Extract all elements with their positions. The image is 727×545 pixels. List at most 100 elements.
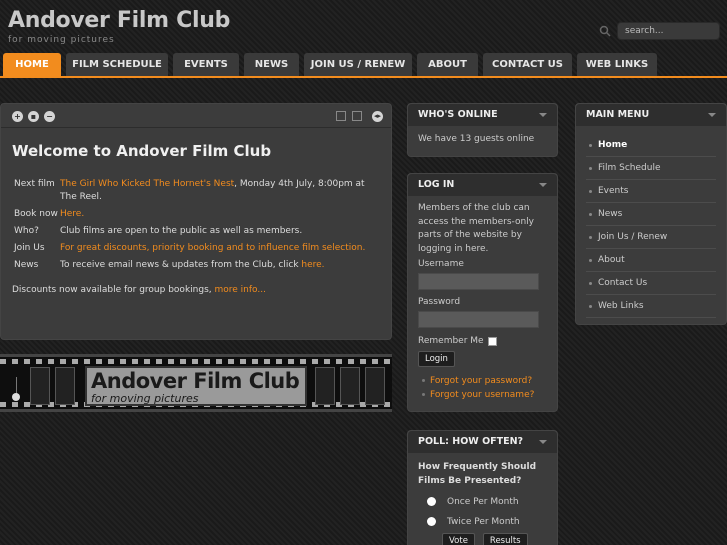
chevron-down-icon[interactable] <box>539 440 547 444</box>
password-field[interactable] <box>418 311 539 328</box>
news-link[interactable]: here. <box>301 260 324 270</box>
remember-me: Remember Me <box>418 336 547 346</box>
nav-tab-join-us[interactable]: JOIN US / RENEW <box>304 53 412 76</box>
discounts-link[interactable]: more info... <box>214 285 265 295</box>
info-label: Next film <box>14 179 55 189</box>
poll-module: POLL: HOW OFTEN? How Frequently Should F… <box>407 430 558 545</box>
forgot-username-link[interactable]: Forgot your username? <box>418 388 547 402</box>
banner-logo: Andover Film Club for moving pictures <box>85 366 307 406</box>
film-frame <box>30 367 50 405</box>
next-film-link[interactable]: The Girl Who Kicked The Hornet's Nest <box>60 179 234 189</box>
nav-tab-home[interactable]: HOME <box>3 53 61 76</box>
vote-button[interactable]: Vote <box>442 533 475 545</box>
site-tagline: for moving pictures <box>8 35 115 45</box>
poll-question: How Frequently Should Films Be Presented… <box>418 462 537 486</box>
whos-online-text: We have 13 guests online <box>418 134 535 144</box>
menu-item-news[interactable]: News <box>586 203 716 226</box>
nav-tab-events[interactable]: EVENTS <box>173 53 239 76</box>
discounts-text: Discounts now available for group bookin… <box>12 285 215 295</box>
poll-buttons: Vote Results <box>418 533 547 545</box>
info-value: The Girl Who Kicked The Hornet's Nest, M… <box>60 178 370 204</box>
module-heading[interactable]: WHO'S ONLINE <box>408 104 557 126</box>
main-menu-list: Home Film Schedule Events News Join Us /… <box>576 126 726 318</box>
nav-tab-contact-us[interactable]: CONTACT US <box>483 53 572 76</box>
info-table: Next film The Girl Who Kicked The Hornet… <box>14 178 370 276</box>
info-row-next-film: Next film The Girl Who Kicked The Hornet… <box>14 178 370 204</box>
nav-tab-film-schedule[interactable]: FILM SCHEDULE <box>66 53 168 76</box>
menu-item-web-links[interactable]: Web Links <box>586 295 716 318</box>
main-nav: HOME FILM SCHEDULE EVENTS NEWS JOIN US /… <box>0 53 727 78</box>
banner-subtitle: for moving pictures <box>91 392 199 405</box>
login-button[interactable]: Login <box>418 351 455 367</box>
site-title[interactable]: Andover Film Club <box>8 8 230 33</box>
info-value: To receive email news & updates from the… <box>60 259 370 272</box>
poll-option[interactable]: Once Per Month <box>418 495 547 508</box>
username-field[interactable] <box>418 273 539 290</box>
login-module: LOG IN Members of the club can access th… <box>407 173 558 412</box>
module-heading[interactable]: LOG IN <box>408 174 557 196</box>
poll-radio[interactable] <box>427 497 436 506</box>
poll-radio[interactable] <box>427 517 436 526</box>
info-row-news: News To receive email news & updates fro… <box>14 259 370 272</box>
whos-online-module: WHO'S ONLINE We have 13 guests online <box>407 103 558 157</box>
nav-tab-news[interactable]: NEWS <box>244 53 299 76</box>
film-frame <box>340 367 360 405</box>
chevron-down-icon[interactable] <box>539 113 547 117</box>
layout-toggle-icon[interactable]: ◂▸ <box>372 111 383 122</box>
menu-item-events[interactable]: Events <box>586 180 716 203</box>
increase-font-icon[interactable]: + <box>12 111 23 122</box>
info-label: News <box>14 260 39 270</box>
info-value: Club films are open to the public as wel… <box>60 226 303 236</box>
film-frame <box>315 367 335 405</box>
film-frame <box>365 367 385 405</box>
news-text: To receive email news & updates from the… <box>60 260 302 270</box>
info-row-who: Who? Club films are open to the public a… <box>14 225 370 238</box>
banner-title: Andover Film Club <box>91 369 300 393</box>
nav-tab-web-links[interactable]: WEB LINKS <box>577 53 657 76</box>
menu-item-film-schedule[interactable]: Film Schedule <box>586 157 716 180</box>
welcome-panel: + ▪ − ◂▸ Welcome to Andover Film Club Ne… <box>0 103 392 340</box>
info-row-book-now: Book now Here. <box>14 208 370 221</box>
main-menu-module: MAIN MENU Home Film Schedule Events News… <box>575 103 727 325</box>
film-frame <box>55 367 75 405</box>
layout-narrow-icon[interactable] <box>336 111 346 121</box>
forgot-links: Forgot your password? Forgot your userna… <box>418 374 547 402</box>
forgot-password-link[interactable]: Forgot your password? <box>418 374 547 388</box>
poll-option-label: Once Per Month <box>447 496 519 507</box>
menu-item-about[interactable]: About <box>586 249 716 272</box>
film-strip-banner: Andover Film Club for moving pictures <box>0 354 392 412</box>
search-input[interactable] <box>617 22 720 40</box>
discounts-note: Discounts now available for group bookin… <box>12 285 266 295</box>
remember-me-checkbox[interactable] <box>487 336 497 346</box>
info-value: For great discounts, priority booking an… <box>60 242 370 255</box>
film-reel-dot <box>12 393 20 401</box>
panel-toolbar: + ▪ − ◂▸ <box>1 104 391 128</box>
results-button[interactable]: Results <box>482 533 528 545</box>
info-label: Book now <box>14 209 58 219</box>
film-holes <box>0 359 392 364</box>
decrease-font-icon[interactable]: − <box>44 111 55 122</box>
chevron-down-icon[interactable] <box>708 113 716 117</box>
menu-item-join-us[interactable]: Join Us / Renew <box>586 226 716 249</box>
reset-font-icon[interactable]: ▪ <box>28 111 39 122</box>
chevron-down-icon[interactable] <box>539 183 547 187</box>
join-us-link[interactable]: For great discounts, priority booking an… <box>60 243 365 253</box>
info-label: Join Us <box>14 243 45 253</box>
module-heading[interactable]: POLL: HOW OFTEN? <box>408 431 557 453</box>
menu-item-home[interactable]: Home <box>586 134 716 157</box>
username-label: Username <box>418 259 464 269</box>
poll-option-label: Twice Per Month <box>447 516 520 527</box>
password-label: Password <box>418 297 461 307</box>
layout-wide-icon[interactable] <box>352 111 362 121</box>
remember-me-label: Remember Me <box>418 336 484 346</box>
login-intro: Members of the club can access the membe… <box>418 203 534 254</box>
nav-tab-about[interactable]: ABOUT <box>417 53 478 76</box>
poll-option[interactable]: Twice Per Month <box>418 515 547 528</box>
info-row-join-us: Join Us For great discounts, priority bo… <box>14 242 370 255</box>
book-now-link[interactable]: Here. <box>60 209 84 219</box>
search-icon <box>599 25 611 37</box>
module-heading[interactable]: MAIN MENU <box>576 104 726 126</box>
info-label: Who? <box>14 226 39 236</box>
menu-item-contact-us[interactable]: Contact Us <box>586 272 716 295</box>
info-value: Here. <box>60 208 370 221</box>
